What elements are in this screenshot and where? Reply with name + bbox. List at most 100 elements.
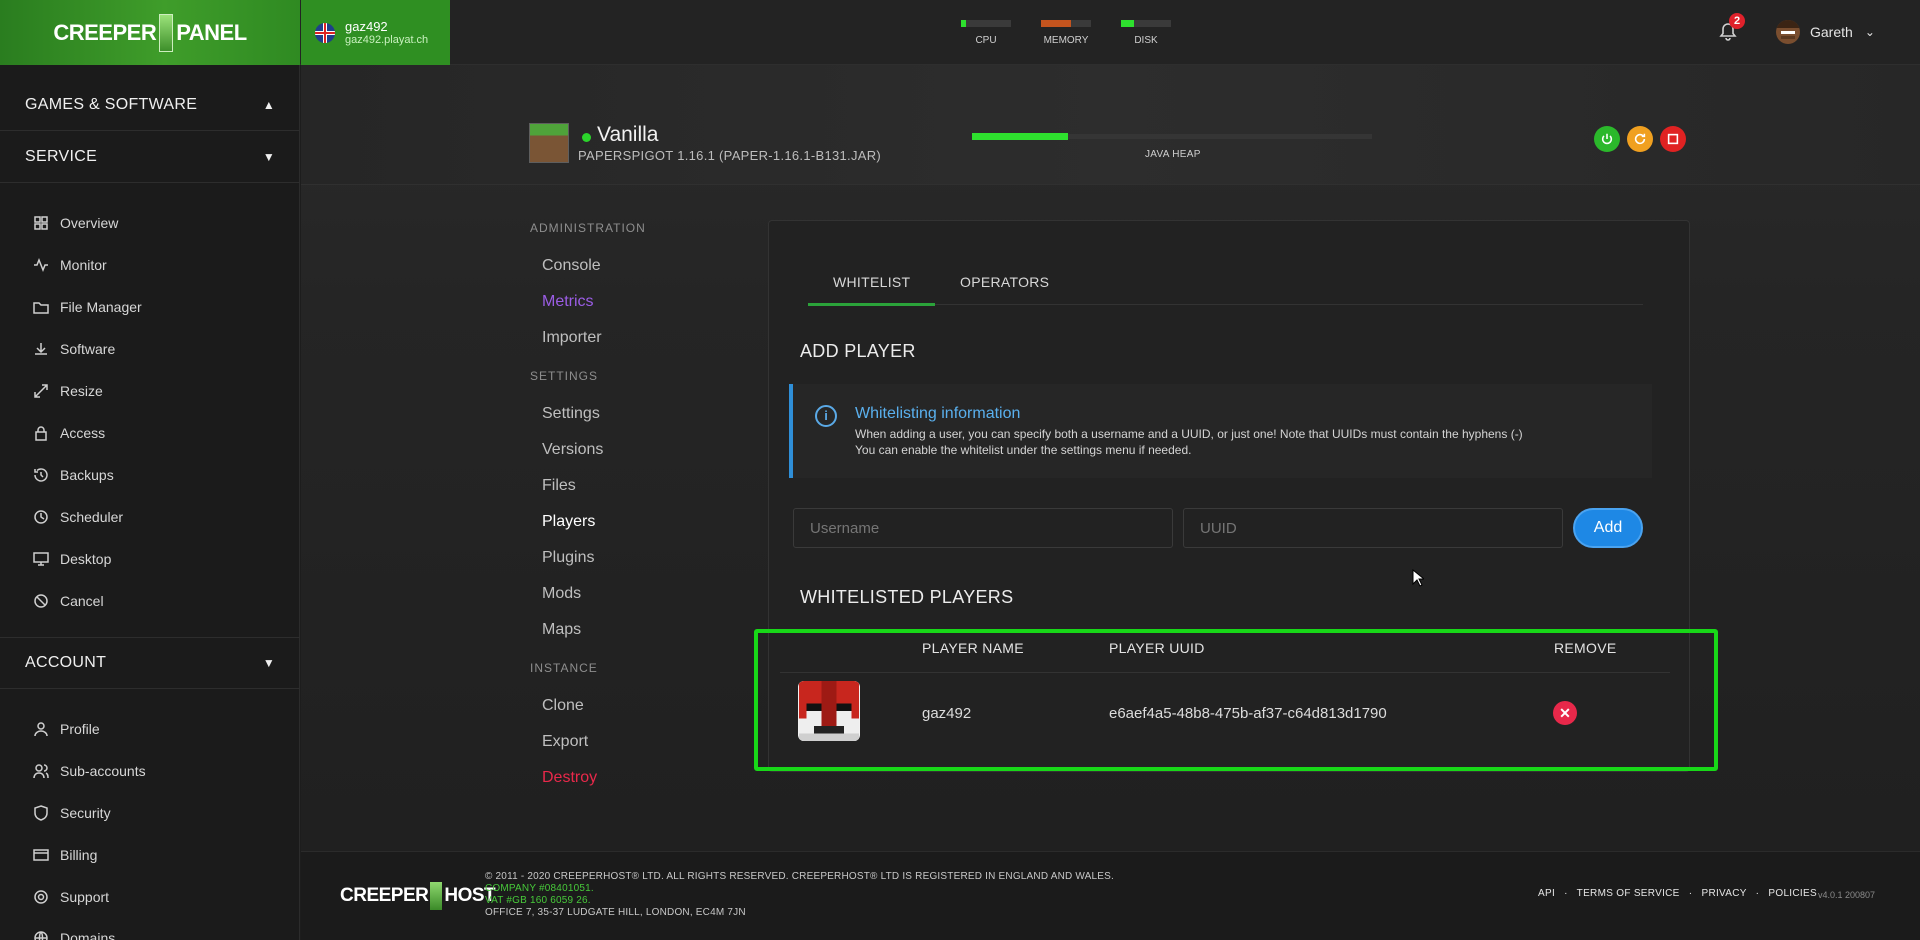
- footer-logo-left: CREEPER: [340, 885, 429, 907]
- uuid-input[interactable]: [1183, 508, 1563, 548]
- sidebar-item-label: Scheduler: [60, 509, 124, 525]
- subnav-item-importer[interactable]: Importer: [542, 329, 602, 347]
- cpu-meter-fill: [961, 20, 966, 27]
- sidebar-item-scheduler[interactable]: Scheduler: [0, 496, 300, 538]
- monitor-icon: [33, 552, 49, 566]
- logo-text-right: PANEL: [176, 19, 247, 45]
- subnav-item-players[interactable]: Players: [542, 513, 595, 531]
- column-remove: REMOVE: [1554, 640, 1617, 656]
- subnav-item-clone[interactable]: Clone: [542, 697, 584, 715]
- subnav-item-metrics[interactable]: Metrics: [542, 293, 594, 311]
- creeperpanel-logo[interactable]: CREEPER PANEL: [0, 0, 300, 65]
- info-title: Whitelisting information: [855, 405, 1021, 422]
- tab-whitelist[interactable]: WHITELIST: [833, 274, 910, 290]
- section-label: ACCOUNT: [25, 654, 107, 671]
- subnav-item-settings[interactable]: Settings: [542, 405, 600, 423]
- clock-icon: [34, 510, 48, 524]
- logo-text-left: CREEPER: [53, 19, 157, 45]
- chevron-down-icon: ⌄: [1864, 25, 1875, 39]
- sidebar-item-label: Software: [60, 341, 116, 357]
- sidebar-item-label: Billing: [60, 847, 98, 863]
- footer-link-terms[interactable]: TERMS OF SERVICE: [1577, 888, 1680, 899]
- resize-icon: [34, 384, 48, 398]
- sidebar-item-label: Support: [60, 889, 110, 905]
- column-player-uuid: PLAYER UUID: [1109, 640, 1205, 656]
- sidebar-item-label: Resize: [60, 383, 103, 399]
- subnav-item-export[interactable]: Export: [542, 733, 588, 751]
- footer-links: API · TERMS OF SERVICE · PRIVACY · POLIC…: [1538, 888, 1817, 899]
- footer-link-policies[interactable]: POLICIES: [1768, 888, 1817, 899]
- subnav-item-versions[interactable]: Versions: [542, 441, 603, 459]
- subnav-item-maps[interactable]: Maps: [542, 621, 581, 639]
- stop-icon: [1667, 133, 1679, 145]
- subnav-item-destroy[interactable]: Destroy: [542, 769, 597, 787]
- lock-icon: [35, 426, 47, 441]
- section-service[interactable]: SERVICE ▼: [0, 131, 300, 183]
- sidebar-item-sub-accounts[interactable]: Sub-accounts: [0, 750, 300, 792]
- lifebuoy-icon: [34, 890, 48, 904]
- footer-vat: VAT #GB 160 6059 26.: [485, 895, 591, 906]
- memory-meter: MEMORY: [1036, 20, 1096, 46]
- section-games-software[interactable]: GAMES & SOFTWARE ▲: [0, 79, 300, 131]
- table-header-divider: [780, 672, 1670, 673]
- sidebar-item-backups[interactable]: Backups: [0, 454, 300, 496]
- start-button[interactable]: [1594, 126, 1620, 152]
- tab-operators[interactable]: OPERATORS: [960, 274, 1049, 290]
- sidebar-item-billing[interactable]: Billing: [0, 834, 300, 876]
- sidebar-item-desktop[interactable]: Desktop: [0, 538, 300, 580]
- sidebar-item-monitor[interactable]: Monitor: [0, 244, 300, 286]
- footer-link-api[interactable]: API: [1538, 888, 1555, 899]
- sidebar-item-access[interactable]: Access: [0, 412, 300, 454]
- subnav-item-files[interactable]: Files: [542, 477, 576, 495]
- subnav-item-plugins[interactable]: Plugins: [542, 549, 594, 567]
- creeperhost-logo[interactable]: CREEPER HOST: [340, 882, 496, 910]
- sidebar-item-cancel[interactable]: Cancel: [0, 580, 300, 622]
- whitelisted-players-heading: WHITELISTED PLAYERS: [800, 587, 1014, 607]
- creeper-cube-icon: [159, 13, 174, 52]
- sidebar-item-security[interactable]: Security: [0, 792, 300, 834]
- subnav-item-mods[interactable]: Mods: [542, 585, 581, 603]
- java-heap-fill: [972, 133, 1068, 140]
- footer-company: COMPANY #08401051.: [485, 883, 594, 894]
- folder-icon: [33, 302, 49, 314]
- sidebar-item-overview[interactable]: Overview: [0, 202, 300, 244]
- section-account[interactable]: ACCOUNT ▼: [0, 637, 300, 689]
- subnav-heading-instance: INSTANCE: [530, 661, 598, 675]
- username-input[interactable]: [793, 508, 1173, 548]
- player-name-cell: gaz492: [922, 705, 972, 722]
- footer-link-privacy[interactable]: PRIVACY: [1701, 888, 1746, 899]
- restart-button[interactable]: [1627, 126, 1653, 152]
- sidebar-item-software[interactable]: Software: [0, 328, 300, 370]
- globe-icon: [34, 931, 48, 940]
- sidebar-item-resize[interactable]: Resize: [0, 370, 300, 412]
- memory-label: MEMORY: [1043, 35, 1089, 46]
- sidebar-item-profile[interactable]: Profile: [0, 708, 300, 750]
- disk-meter: DISK: [1116, 20, 1176, 46]
- disk-label: DISK: [1134, 35, 1158, 46]
- activity-icon: [34, 257, 48, 273]
- subnav-item-console[interactable]: Console: [542, 257, 601, 275]
- chevron-down-icon: ▼: [262, 149, 275, 164]
- stop-button[interactable]: [1660, 126, 1686, 152]
- add-button[interactable]: Add: [1573, 508, 1643, 548]
- sidebar-item-file-manager[interactable]: File Manager: [0, 286, 300, 328]
- uk-flag-icon: [315, 22, 335, 43]
- remove-player-button[interactable]: ✕: [1553, 701, 1577, 725]
- sidebar-item-support[interactable]: Support: [0, 876, 300, 918]
- shield-icon: [34, 805, 48, 821]
- sidebar-item-label: File Manager: [60, 299, 142, 315]
- memory-meter-fill: [1041, 20, 1071, 27]
- grass-block-icon: [529, 123, 569, 163]
- java-heap-label: JAVA HEAP: [1145, 149, 1201, 160]
- user-menu[interactable]: Gareth ⌄: [1776, 20, 1875, 44]
- sidebar-item-domains[interactable]: Domains: [0, 918, 300, 940]
- user-avatar: [1776, 20, 1800, 44]
- chevron-down-icon: ▼: [262, 656, 275, 670]
- user-icon: [34, 722, 48, 737]
- player-skin-avatar: [798, 681, 860, 741]
- sidebar-item-label: Overview: [60, 215, 119, 231]
- credit-card-icon: [33, 849, 49, 861]
- cpu-meter: CPU: [956, 20, 1016, 46]
- instance-title: Vanilla: [597, 123, 659, 146]
- server-selector[interactable]: gaz492 gaz492.playat.ch: [301, 0, 450, 65]
